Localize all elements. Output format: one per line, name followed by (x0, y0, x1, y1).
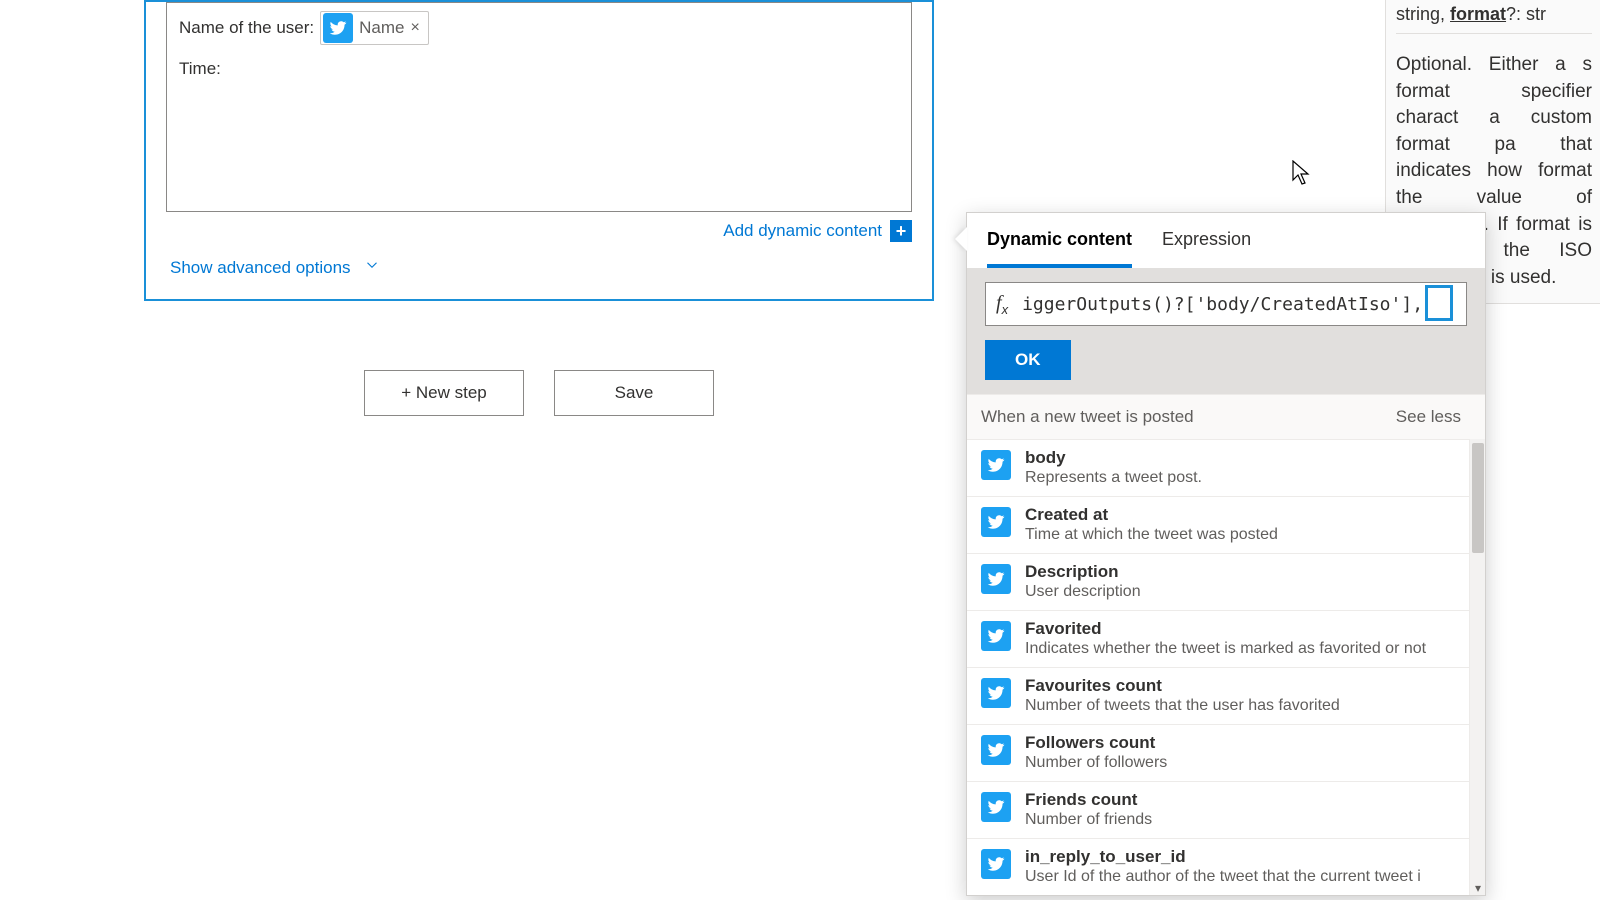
mouse-cursor-icon (1292, 160, 1312, 191)
item-title: Created at (1025, 505, 1278, 525)
show-advanced-label: Show advanced options (170, 258, 351, 278)
list-item[interactable]: bodyRepresents a tweet post. (967, 439, 1485, 496)
help-signature: string, format?: str (1396, 4, 1592, 34)
section-title: When a new tweet is posted (981, 407, 1194, 427)
tab-dynamic-content[interactable]: Dynamic content (987, 229, 1132, 268)
item-text: FavoritedIndicates whether the tweet is … (1025, 619, 1426, 659)
list-item[interactable]: FavoritedIndicates whether the tweet is … (967, 610, 1485, 667)
item-text: Followers countNumber of followers (1025, 733, 1167, 773)
twitter-icon (981, 564, 1011, 594)
item-text: Created atTime at which the tweet was po… (1025, 505, 1278, 545)
item-text: DescriptionUser description (1025, 562, 1141, 602)
twitter-icon (981, 678, 1011, 708)
twitter-icon (981, 507, 1011, 537)
sig-suffix: ?: str (1506, 4, 1546, 24)
item-title: Description (1025, 562, 1141, 582)
new-step-button[interactable]: + New step (364, 370, 524, 416)
add-dynamic-content-link[interactable]: Add dynamic content + (723, 220, 912, 242)
item-text: bodyRepresents a tweet post. (1025, 448, 1202, 488)
token-remove-icon[interactable]: × (410, 19, 419, 37)
body-textbox[interactable]: Name of the user: Name × Time: (166, 2, 912, 212)
item-text: Favourites countNumber of tweets that th… (1025, 676, 1340, 716)
action-card: Name of the user: Name × Time: Add dynam… (144, 0, 934, 301)
fx-icon: fx (996, 292, 1008, 317)
body-line-2: Time: (179, 59, 899, 79)
body-line-1: Name of the user: Name × (179, 11, 899, 45)
twitter-icon (981, 735, 1011, 765)
save-button[interactable]: Save (554, 370, 714, 416)
item-title: Favorited (1025, 619, 1426, 639)
expression-row: fx iggerOutputs()?['body/CreatedAtIso'], (967, 268, 1485, 340)
item-text: Friends countNumber of friends (1025, 790, 1152, 830)
item-desc: Number of friends (1025, 810, 1152, 830)
panel-tabs: Dynamic content Expression (967, 213, 1485, 268)
twitter-icon (981, 849, 1011, 879)
add-dynamic-row: Add dynamic content + (146, 212, 932, 242)
item-desc: Number of tweets that the user has favor… (1025, 696, 1340, 716)
panel-pointer (955, 227, 967, 251)
tab-expression[interactable]: Expression (1162, 229, 1251, 268)
body-label-name: Name of the user: (179, 18, 314, 38)
section-header: When a new tweet is posted See less (967, 394, 1485, 439)
ok-row: OK (967, 340, 1485, 394)
item-title: Friends count (1025, 790, 1152, 810)
twitter-icon (981, 450, 1011, 480)
item-title: in_reply_to_user_id (1025, 847, 1421, 867)
add-dynamic-label: Add dynamic content (723, 221, 882, 241)
twitter-icon (981, 792, 1011, 822)
list-item[interactable]: Friends countNumber of friends (967, 781, 1485, 838)
list-item[interactable]: DescriptionUser description (967, 553, 1485, 610)
item-desc: Number of followers (1025, 753, 1167, 773)
ok-button[interactable]: OK (985, 340, 1071, 380)
body-field-wrap: Name of the user: Name × Time: (146, 2, 932, 212)
footer-buttons: + New step Save (144, 370, 934, 416)
item-text: in_reply_to_user_idUser Id of the author… (1025, 847, 1421, 887)
list-item[interactable]: Created atTime at which the tweet was po… (967, 496, 1485, 553)
expression-input[interactable]: fx iggerOutputs()?['body/CreatedAtIso'], (985, 282, 1467, 326)
plus-icon: + (890, 220, 912, 242)
item-desc: User description (1025, 582, 1141, 602)
item-title: body (1025, 448, 1202, 468)
dynamic-token-name[interactable]: Name × (320, 11, 429, 45)
advanced-row: Show advanced options (146, 242, 932, 279)
see-less-link[interactable]: See less (1396, 407, 1461, 427)
sig-param: format (1450, 4, 1506, 24)
item-title: Favourites count (1025, 676, 1340, 696)
expression-text: iggerOutputs()?['body/CreatedAtIso'], (1022, 294, 1423, 315)
twitter-icon (323, 13, 353, 43)
item-desc: User Id of the author of the tweet that … (1025, 867, 1421, 887)
sig-prefix: string, (1396, 4, 1450, 24)
list-item[interactable]: Followers countNumber of followers (967, 724, 1485, 781)
token-label: Name (359, 18, 404, 38)
item-title: Followers count (1025, 733, 1167, 753)
show-advanced-toggle[interactable]: Show advanced options (170, 256, 381, 279)
dynamic-content-panel: Dynamic content Expression fx iggerOutpu… (966, 212, 1486, 896)
item-desc: Indicates whether the tweet is marked as… (1025, 639, 1426, 659)
item-desc: Represents a tweet post. (1025, 468, 1202, 488)
dynamic-items-list: bodyRepresents a tweet post. Created atTi… (967, 439, 1485, 895)
scrollbar-thumb[interactable] (1472, 443, 1484, 553)
list-item[interactable]: Favourites countNumber of tweets that th… (967, 667, 1485, 724)
list-item[interactable]: in_reply_to_user_idUser Id of the author… (967, 838, 1485, 895)
twitter-icon (981, 621, 1011, 651)
item-desc: Time at which the tweet was posted (1025, 525, 1278, 545)
chevron-down-icon (363, 256, 381, 279)
scrollbar[interactable]: ▴ ▾ (1469, 439, 1485, 895)
scroll-down-icon[interactable]: ▾ (1470, 881, 1485, 895)
body-label-time: Time: (179, 59, 221, 78)
